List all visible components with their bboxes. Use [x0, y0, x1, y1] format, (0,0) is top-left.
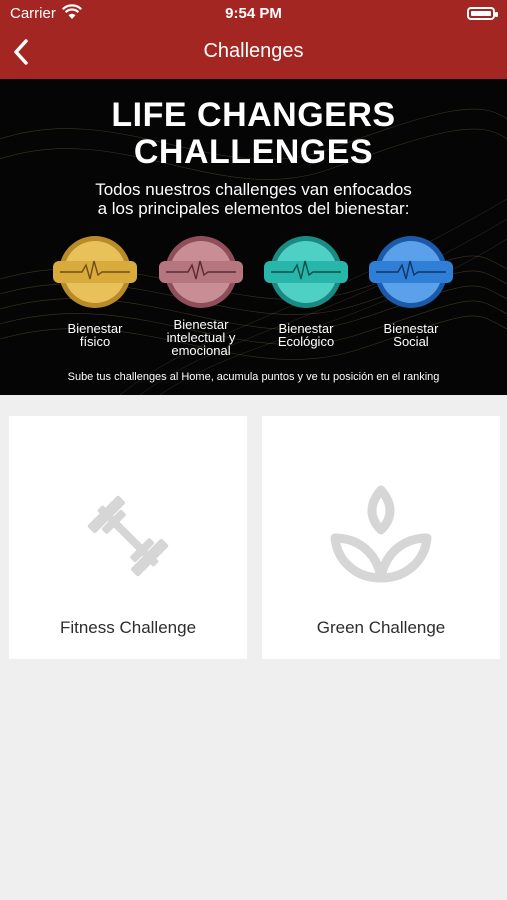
banner-title-line1: LIFE CHANGERS [111, 96, 396, 134]
blue-medal-icon [369, 236, 453, 308]
green-challenge-label: Green Challenge [316, 618, 446, 637]
banner-subtitle-line1: Todos nuestros challenges van enfocados [95, 180, 412, 199]
leaf-icon [330, 485, 432, 583]
dumbbell-icon [87, 495, 169, 577]
status-bar: Carrier 9:54 PM [0, 0, 507, 28]
fitness-challenge-label: Fitness Challenge [59, 618, 197, 637]
navigation-bar: Challenges [0, 28, 507, 79]
top-bar: Carrier 9:54 PM Challenges [0, 0, 507, 79]
banner-footer-text: Sube tus challenges al Home, acumula pun… [67, 371, 440, 383]
gold-medal-icon [53, 236, 137, 308]
medal-label-ecologico: Bienestar Ecológico [277, 321, 335, 349]
medal-label-intelectual: Bienestar intelectual y emocional [166, 317, 236, 358]
banner-title-line2: CHALLENGES [133, 133, 374, 171]
page-title: Challenges [203, 40, 304, 62]
fitness-challenge-card[interactable]: Fitness Challenge [9, 416, 247, 659]
green-challenge-card[interactable]: Green Challenge [262, 416, 500, 659]
medal-label-fisico: Bienestar físico [67, 321, 123, 349]
battery-icon [467, 7, 498, 20]
clock: 9:54 PM [225, 5, 282, 22]
rose-medal-icon [159, 236, 243, 308]
medal-label-social: Bienestar Social [383, 321, 439, 349]
challenges-banner: LIFE CHANGERS CHALLENGES Todos nuestros … [0, 79, 507, 395]
banner-subtitle-line2: a los principales elementos del bienesta… [97, 199, 410, 218]
teal-medal-icon [264, 236, 348, 308]
